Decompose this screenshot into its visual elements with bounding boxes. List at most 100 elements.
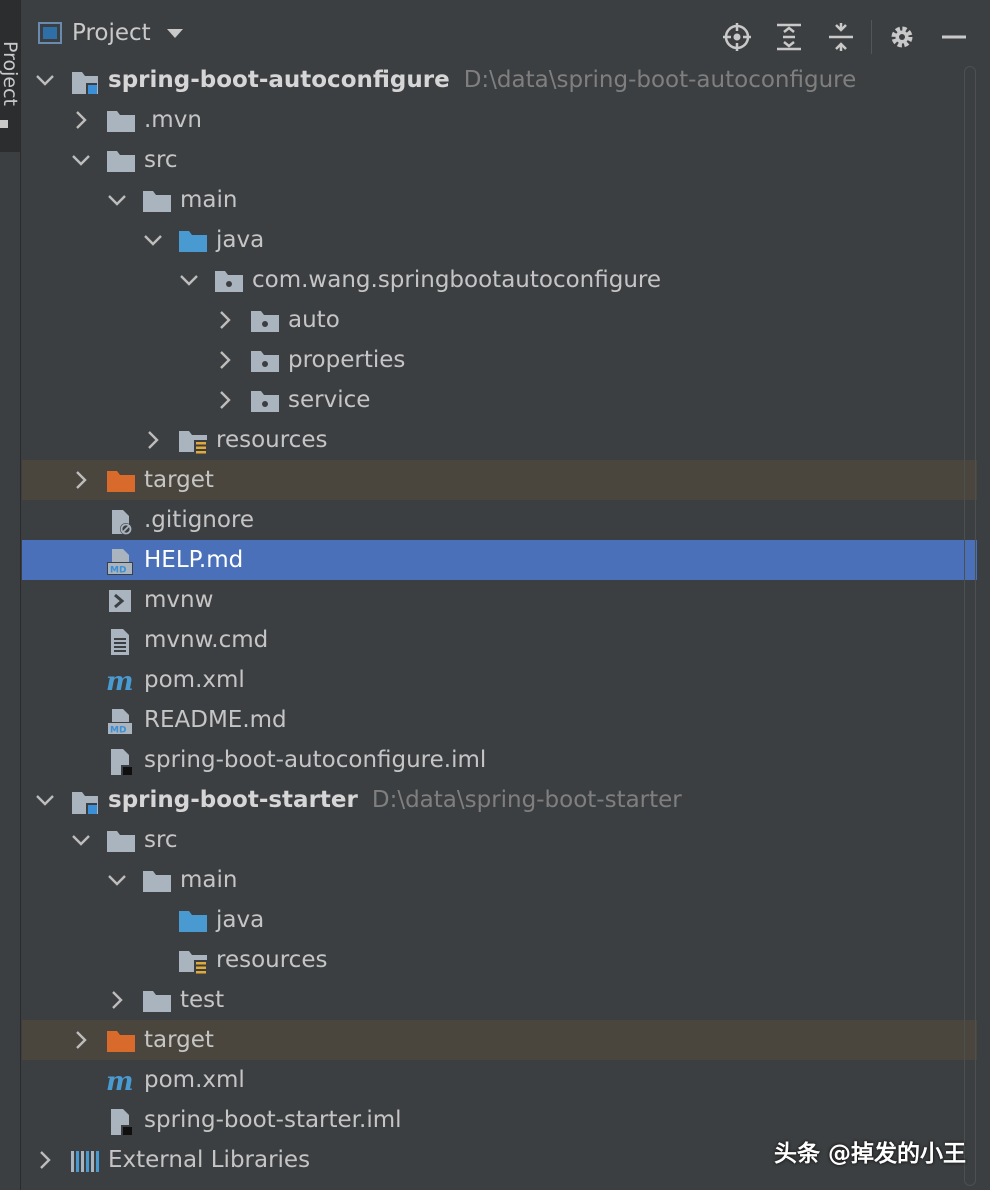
maven-icon: m — [106, 1067, 134, 1097]
svg-text:m: m — [106, 668, 134, 694]
vertical-scrollbar[interactable] — [964, 66, 976, 1186]
chevron-right-icon[interactable] — [214, 349, 236, 371]
project-panel: Project spring-boot-autoconfigure D:\dat… — [22, 0, 990, 1190]
tree-item-label: properties — [288, 347, 406, 373]
tree-row[interactable]: spring-boot-autoconfigure D:\data\spring-… — [22, 60, 977, 100]
module-label-group: spring-boot-starter D:\data\spring-boot-s… — [108, 786, 682, 814]
tree-row[interactable]: src — [22, 140, 977, 180]
tree-row[interactable]: spring-boot-starter D:\data\spring-boot-s… — [22, 780, 977, 820]
collapse-all-icon — [829, 23, 853, 51]
module-icon — [70, 68, 98, 94]
package-icon — [250, 308, 279, 332]
tree-item-label: target — [144, 1027, 214, 1053]
module-icon — [70, 788, 98, 814]
package-icon — [250, 348, 279, 372]
tree-row[interactable]: spring-boot-autoconfigure.iml — [22, 740, 977, 780]
tree-item-label: External Libraries — [108, 1147, 311, 1173]
project-view-icon — [38, 22, 62, 44]
chevron-right-icon[interactable] — [214, 309, 236, 331]
tree-item-label: spring-boot-autoconfigure — [108, 67, 450, 93]
tree-row[interactable]: resources — [22, 420, 977, 460]
toolbar-separator — [871, 20, 872, 54]
tree-row[interactable]: mvnw — [22, 580, 977, 620]
chevron-down-icon[interactable] — [106, 189, 128, 211]
folder-icon — [106, 828, 135, 852]
collapse-all-button[interactable] — [815, 22, 867, 52]
tree-row[interactable]: target — [22, 1020, 977, 1060]
tree-item-label: mvnw.cmd — [144, 627, 269, 653]
chevron-down-icon[interactable] — [70, 149, 92, 171]
tree-item-label: service — [288, 387, 371, 413]
view-selector[interactable]: Project — [38, 20, 183, 46]
iml-file-icon — [106, 748, 133, 776]
shell-script-icon — [106, 588, 132, 612]
locate-button[interactable] — [711, 22, 763, 52]
tree-item-label: test — [180, 987, 225, 1013]
tree-item-label: java — [216, 227, 265, 253]
tree-item-label: pom.xml — [144, 667, 245, 693]
tree-row[interactable]: MD HELP.md — [22, 540, 977, 580]
tree-row[interactable]: java — [22, 900, 977, 940]
settings-button[interactable] — [876, 22, 928, 52]
tree-row[interactable]: main — [22, 180, 977, 220]
tree-row[interactable]: auto — [22, 300, 977, 340]
gear-icon — [891, 26, 913, 48]
tree-item-label: main — [180, 867, 238, 893]
tree-row[interactable]: .gitignore — [22, 500, 977, 540]
maven-icon: m — [106, 667, 134, 697]
project-tool-tab[interactable]: Project — [0, 0, 21, 152]
chevron-right-icon[interactable] — [106, 989, 128, 1011]
tree-row[interactable]: main — [22, 860, 977, 900]
tree-row[interactable]: m pom.xml — [22, 660, 977, 700]
chevron-right-icon[interactable] — [142, 429, 164, 451]
chevron-down-icon[interactable] — [106, 869, 128, 891]
minimize-button[interactable] — [928, 22, 980, 52]
folder-icon — [106, 108, 135, 132]
tree-item-label: src — [144, 827, 178, 853]
tree-row[interactable]: src — [22, 820, 977, 860]
module-label-group: spring-boot-autoconfigure D:\data\spring-… — [108, 66, 856, 94]
tree-row[interactable]: resources — [22, 940, 977, 980]
tree-item-label: mvnw — [144, 587, 214, 613]
tree-row[interactable]: m pom.xml — [22, 1060, 977, 1100]
svg-text:MD: MD — [110, 566, 126, 576]
package-icon — [250, 388, 279, 412]
svg-text:m: m — [106, 1068, 134, 1094]
source-folder-icon — [178, 228, 207, 252]
tree-row[interactable]: test — [22, 980, 977, 1020]
chevron-down-icon[interactable] — [70, 829, 92, 851]
tree-row[interactable]: java — [22, 220, 977, 260]
resources-folder-icon — [178, 948, 207, 975]
excluded-folder-icon — [106, 468, 135, 492]
tree-item-label: spring-boot-autoconfigure.iml — [144, 747, 487, 773]
tree-item-label: HELP.md — [144, 547, 244, 573]
tree-row[interactable]: target — [22, 460, 977, 500]
source-folder-icon — [178, 908, 207, 932]
svg-text:MD: MD — [110, 726, 126, 736]
chevron-down-icon[interactable] — [34, 69, 56, 91]
chevron-right-icon[interactable] — [214, 389, 236, 411]
tree-row[interactable]: mvnw.cmd — [22, 620, 977, 660]
chevron-right-icon[interactable] — [34, 1149, 56, 1171]
folder-icon — [106, 148, 135, 172]
tree-row[interactable]: .mvn — [22, 100, 977, 140]
expand-all-icon — [777, 23, 801, 51]
resources-folder-icon — [178, 428, 207, 455]
folder-icon — [142, 188, 171, 212]
panel-toolbar — [711, 20, 980, 54]
locate-icon — [723, 23, 751, 51]
tree-row[interactable]: service — [22, 380, 977, 420]
tree-row[interactable]: MD README.md — [22, 700, 977, 740]
chevron-down-icon[interactable] — [142, 229, 164, 251]
tree-row[interactable]: properties — [22, 340, 977, 380]
chevron-right-icon[interactable] — [70, 109, 92, 131]
chevron-right-icon[interactable] — [70, 1029, 92, 1051]
chevron-down-icon[interactable] — [34, 789, 56, 811]
chevron-right-icon[interactable] — [70, 469, 92, 491]
tree-row[interactable]: com.wang.springbootautoconfigure — [22, 260, 977, 300]
module-path: D:\data\spring-boot-starter — [371, 787, 682, 813]
package-icon — [214, 268, 243, 292]
expand-all-button[interactable] — [763, 22, 815, 52]
chevron-down-icon[interactable] — [178, 269, 200, 291]
tree-item-label: resources — [216, 947, 328, 973]
